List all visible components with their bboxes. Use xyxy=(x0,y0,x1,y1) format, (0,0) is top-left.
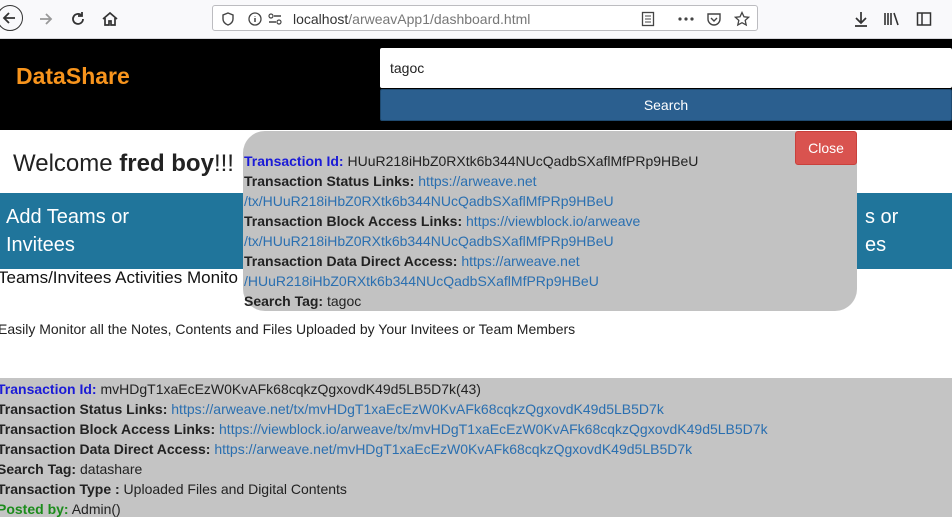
search-result-popup: Transaction Id: HUuR218iHbZ0RXtk6b344NUc… xyxy=(243,131,857,311)
url-path: /arweavApp1/dashboard.html xyxy=(348,11,531,27)
popup-direct-row: Transaction Data Direct Access: https://… xyxy=(244,251,857,271)
info-icon[interactable] xyxy=(246,10,264,28)
popup-direct-label: Transaction Data Direct Access: xyxy=(244,253,458,269)
bookmark-star-icon[interactable] xyxy=(733,10,751,28)
url-text: localhost/arweavApp1/dashboard.html xyxy=(293,11,530,27)
forward-icon[interactable] xyxy=(32,6,58,32)
search-input[interactable] xyxy=(380,48,952,88)
status-label: Transaction Status Links: xyxy=(0,401,168,417)
home-icon[interactable] xyxy=(97,6,123,32)
type-value: Uploaded Files and Digital Contents xyxy=(119,481,347,497)
tag-label: Search Tag: xyxy=(0,461,77,477)
shield-icon[interactable] xyxy=(219,10,237,28)
popup-status-label: Transaction Status Links: xyxy=(244,173,415,189)
popup-block-label: Transaction Block Access Links: xyxy=(244,213,463,229)
status-link[interactable]: https://arweave.net/tx/mvHDgT1xaEcEzW0Kv… xyxy=(171,401,664,417)
direct-link-row: Transaction Data Direct Access: https://… xyxy=(0,439,952,459)
tag-value: datashare xyxy=(76,461,143,477)
monitor-description: Easily Monitor all the Notes, Contents a… xyxy=(0,321,576,337)
tx-id-label: Transaction Id: xyxy=(0,381,97,397)
popup-tag-value: tagoc xyxy=(323,293,362,309)
download-icon[interactable] xyxy=(851,9,871,29)
popup-tx-id-row: Transaction Id: HUuR218iHbZ0RXtk6b344NUc… xyxy=(244,151,857,171)
block-link-row: Transaction Block Access Links: https://… xyxy=(0,419,952,439)
welcome-message: Welcome fred boy!!! xyxy=(13,150,234,178)
popup-direct-row-cont: /HUuR218iHbZ0RXtk6b344NUcQadbSXaflMfPRp9… xyxy=(244,271,857,291)
search-button[interactable]: Search xyxy=(380,89,952,121)
popup-block-link[interactable]: https://viewblock.io/arweave xyxy=(466,213,640,229)
popup-status-row-cont: /tx/HUuR218iHbZ0RXtk6b344NUcQadbSXaflMfP… xyxy=(244,191,857,211)
direct-link[interactable]: https://arweave.net/mvHDgT1xaEcEzW0KvAFk… xyxy=(214,441,692,457)
browser-toolbar: localhost/arweavApp1/dashboard.html xyxy=(0,0,952,39)
pocket-icon[interactable] xyxy=(705,10,723,28)
add-teams-tile[interactable]: Add Teams or Invitees xyxy=(0,193,243,269)
popup-status-link[interactable]: https://arweave.net xyxy=(418,173,536,189)
popup-tx-id-label: Transaction Id: xyxy=(244,153,344,169)
app-header: DataShare Search xyxy=(0,39,952,130)
library-icon[interactable] xyxy=(882,9,902,29)
user-name: fred boy xyxy=(119,150,214,177)
close-button[interactable]: Close xyxy=(795,131,857,165)
direct-label: Transaction Data Direct Access: xyxy=(0,441,211,457)
tx-id-value: mvHDgT1xaEcEzW0KvAFk68cqkzQgxovdK49d5LB5… xyxy=(96,381,481,397)
popup-tx-id-value: HUuR218iHbZ0RXtk6b344NUcQadbSXaflMfPRp9H… xyxy=(343,153,699,169)
popup-tag-label: Search Tag: xyxy=(244,293,324,309)
type-label: Transaction Type : xyxy=(0,481,120,497)
popup-status-link-cont[interactable]: /tx/HUuR218iHbZ0RXtk6b344NUcQadbSXaflMfP… xyxy=(244,193,614,209)
posted-label: Posted by: xyxy=(0,501,69,517)
popup-direct-link-cont[interactable]: /HUuR218iHbZ0RXtk6b344NUcQadbSXaflMfPRp9… xyxy=(244,273,599,289)
posted-value: Admin() xyxy=(68,501,121,517)
popup-block-link-cont[interactable]: /tx/HUuR218iHbZ0RXtk6b344NUcQadbSXaflMfP… xyxy=(244,233,614,249)
teams-tile-right[interactable]: s or es xyxy=(857,193,952,269)
tx-id-row: Transaction Id: mvHDgT1xaEcEzW0KvAFk68cq… xyxy=(0,379,952,399)
tile-label-line1: Add Teams or xyxy=(6,206,130,228)
popup-block-row-cont: /tx/HUuR218iHbZ0RXtk6b344NUcQadbSXaflMfP… xyxy=(244,231,857,251)
permissions-icon[interactable] xyxy=(266,10,284,28)
url-host: localhost xyxy=(293,11,349,27)
status-link-row: Transaction Status Links: https://arweav… xyxy=(0,399,952,419)
brand-logo[interactable]: DataShare xyxy=(16,63,130,90)
popup-status-row: Transaction Status Links: https://arweav… xyxy=(244,171,857,191)
block-link[interactable]: https://viewblock.io/arweave/tx/mvHDgT1x… xyxy=(219,421,768,437)
reload-icon[interactable] xyxy=(65,6,91,32)
tag-row: Search Tag: datashare xyxy=(0,459,952,479)
more-icon[interactable] xyxy=(677,10,695,28)
posted-row: Posted by: Admin() xyxy=(0,499,952,519)
tile-right-line1: s or xyxy=(865,206,899,228)
tile-right-line2: es xyxy=(865,234,887,256)
popup-direct-link[interactable]: https://arweave.net xyxy=(461,253,579,269)
back-icon[interactable] xyxy=(0,5,23,31)
transaction-record: Transaction Id: mvHDgT1xaEcEzW0KvAFk68cq… xyxy=(0,378,952,517)
address-bar[interactable]: localhost/arweavApp1/dashboard.html xyxy=(212,5,758,31)
popup-block-row: Transaction Block Access Links: https://… xyxy=(244,211,857,231)
welcome-prefix: Welcome xyxy=(13,150,120,177)
tile-label-line2: Invitees xyxy=(6,234,75,256)
reader-view-icon[interactable] xyxy=(639,10,657,28)
type-row: Transaction Type : Uploaded Files and Di… xyxy=(0,479,952,499)
popup-tag-row: Search Tag: tagoc xyxy=(244,291,857,311)
monitor-title: Teams/Invitees Activities Monito xyxy=(0,268,238,287)
block-label: Transaction Block Access Links: xyxy=(0,421,216,437)
welcome-suffix: !!! xyxy=(213,150,234,177)
sidebar-icon[interactable] xyxy=(914,9,934,29)
